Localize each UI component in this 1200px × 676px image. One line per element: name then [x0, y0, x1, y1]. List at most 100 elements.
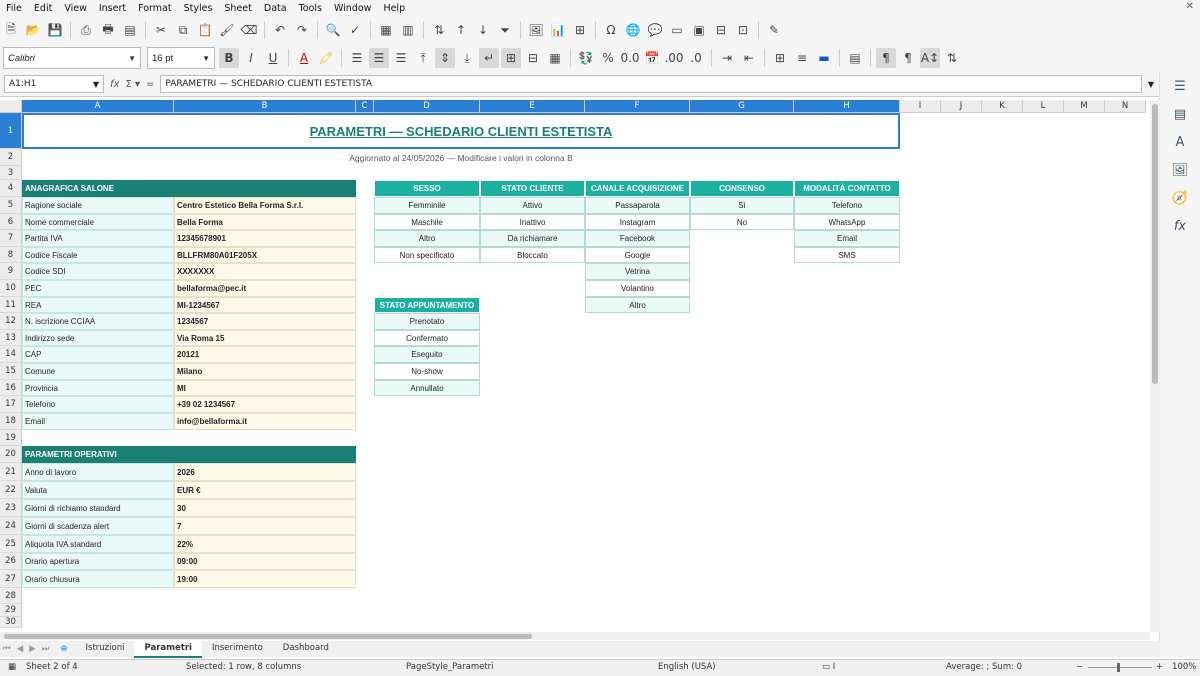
- row-header[interactable]: 10: [0, 280, 22, 297]
- text-vertical-icon[interactable]: A↕: [920, 48, 940, 68]
- function-wizard-icon[interactable]: fx: [110, 79, 119, 90]
- menu-icon[interactable]: ☰: [1160, 72, 1200, 100]
- param-label[interactable]: N. iscrizione CCIAA: [22, 313, 174, 330]
- number-format-icon[interactable]: 0.0: [620, 48, 640, 68]
- row-header[interactable]: 8: [0, 247, 22, 263]
- list-item[interactable]: Eseguito: [374, 346, 480, 363]
- row-header[interactable]: 6: [0, 214, 22, 230]
- param-label[interactable]: Orario chiusura: [22, 570, 174, 588]
- section-header-operativi[interactable]: PARAMETRI OPERATIVI: [22, 446, 356, 463]
- align-center-icon[interactable]: ☰: [369, 48, 389, 68]
- export-pdf-icon[interactable]: ⎙: [76, 20, 96, 40]
- scroll-thumb[interactable]: [1152, 104, 1158, 384]
- param-label[interactable]: Telefono: [22, 396, 174, 413]
- column-header[interactable]: K: [982, 100, 1023, 113]
- param-value[interactable]: MI-1234567: [174, 297, 356, 313]
- list-item[interactable]: Inattivo: [480, 214, 585, 230]
- list-header[interactable]: CONSENSO: [690, 180, 794, 197]
- list-item[interactable]: Attivo: [480, 197, 585, 214]
- close-window-icon[interactable]: ✕: [1186, 1, 1194, 12]
- list-item[interactable]: WhatsApp: [794, 214, 900, 230]
- navigator-icon[interactable]: 🧭: [1160, 184, 1200, 212]
- param-value[interactable]: 12345678901: [174, 230, 356, 247]
- column-header[interactable]: E: [480, 100, 585, 113]
- row-header[interactable]: 30: [0, 617, 22, 628]
- gallery-icon[interactable]: 🖼: [1160, 156, 1200, 184]
- row-header[interactable]: 12: [0, 313, 22, 330]
- list-item[interactable]: Confermato: [374, 330, 480, 346]
- list-item[interactable]: No: [690, 214, 794, 230]
- functions-icon[interactable]: fx: [1160, 212, 1200, 240]
- column-header[interactable]: G: [690, 100, 794, 113]
- column-header[interactable]: B: [174, 100, 356, 113]
- corner-select-all[interactable]: [0, 100, 22, 113]
- menu-view[interactable]: View: [58, 3, 93, 14]
- param-label[interactable]: Anno di lavoro: [22, 463, 174, 481]
- font-color-icon[interactable]: A: [294, 48, 314, 68]
- scroll-thumb[interactable]: [4, 634, 532, 639]
- menu-window[interactable]: Window: [328, 3, 377, 14]
- menu-format[interactable]: Format: [132, 3, 177, 14]
- show-draw-functions-icon[interactable]: ✎: [764, 20, 784, 40]
- list-header[interactable]: STATO APPUNTAMENTO: [374, 297, 480, 313]
- zoom-slider-handle[interactable]: [1117, 663, 1120, 672]
- param-value[interactable]: 30: [174, 499, 356, 517]
- find-replace-icon[interactable]: 🔍: [323, 20, 343, 40]
- selection-mode-icon[interactable]: ▭ I: [822, 662, 835, 672]
- expand-formula-icon[interactable]: ▼: [1148, 80, 1154, 89]
- sheet-tab-parametri[interactable]: Parametri: [134, 640, 202, 658]
- list-item[interactable]: No-show: [374, 363, 480, 380]
- new-document-icon[interactable]: 🗎: [1, 20, 21, 40]
- row-header[interactable]: 11: [0, 297, 22, 313]
- define-print-area-icon[interactable]: ▣: [689, 20, 709, 40]
- row-header[interactable]: 14: [0, 346, 22, 363]
- row-header[interactable]: 27: [0, 570, 22, 588]
- highlight-color-icon[interactable]: 🖍: [316, 48, 336, 68]
- list-header[interactable]: STATO CLIENTE: [480, 180, 585, 197]
- decrease-indent-icon[interactable]: ⇤: [739, 48, 759, 68]
- list-item[interactable]: Da richiamare: [480, 230, 585, 247]
- increase-indent-icon[interactable]: ⇥: [717, 48, 737, 68]
- param-label[interactable]: Comune: [22, 363, 174, 380]
- menu-edit[interactable]: Edit: [28, 3, 58, 14]
- param-value[interactable]: Via Roma 15: [174, 330, 356, 346]
- param-value[interactable]: MI: [174, 380, 356, 396]
- list-item[interactable]: Annullato: [374, 380, 480, 396]
- param-value[interactable]: Centro Estetico Bella Forma S.r.l.: [174, 197, 356, 214]
- list-item[interactable]: SMS: [794, 247, 900, 263]
- param-value[interactable]: Milano: [174, 363, 356, 380]
- row-header[interactable]: 17: [0, 396, 22, 413]
- font-size-combo[interactable]: 16 pt ▼: [147, 47, 215, 69]
- formula-input[interactable]: PARAMETRI — SCHEDARIO CLIENTI ESTETISTA: [160, 75, 1142, 93]
- border-color-icon[interactable]: ▬: [814, 48, 834, 68]
- align-top-icon[interactable]: ⤒: [413, 48, 433, 68]
- param-label[interactable]: Nome commerciale: [22, 214, 174, 230]
- formula-icon[interactable]: =: [146, 79, 154, 90]
- param-value[interactable]: Bella Forma: [174, 214, 356, 230]
- merge-cells-icon[interactable]: ▦: [545, 48, 565, 68]
- align-right-icon[interactable]: ☰: [391, 48, 411, 68]
- row-header[interactable]: 2: [0, 149, 22, 166]
- column-header[interactable]: M: [1064, 100, 1105, 113]
- row-header[interactable]: 29: [0, 604, 22, 617]
- list-item[interactable]: Prenotato: [374, 313, 480, 330]
- percent-format-icon[interactable]: %: [598, 48, 618, 68]
- section-header-anagrafica[interactable]: ANAGRAFICA SALONE: [22, 180, 356, 197]
- row-header[interactable]: 25: [0, 535, 22, 553]
- wrap-text-icon[interactable]: ↵: [479, 48, 499, 68]
- list-item[interactable]: Telefono: [794, 197, 900, 214]
- sheet-tab-dashboard[interactable]: Dashboard: [273, 641, 339, 656]
- sort-ascending-icon[interactable]: ↑: [451, 20, 471, 40]
- param-label[interactable]: Partita IVA: [22, 230, 174, 247]
- vertical-scrollbar[interactable]: [1150, 100, 1160, 632]
- row-header[interactable]: 13: [0, 330, 22, 346]
- border-style-icon[interactable]: ≡: [792, 48, 812, 68]
- properties-icon[interactable]: ▤: [1160, 100, 1200, 128]
- list-item[interactable]: Google: [585, 247, 690, 263]
- insert-image-icon[interactable]: 🖼: [526, 20, 546, 40]
- horizontal-scrollbar[interactable]: [0, 632, 1150, 640]
- sheet-subtitle[interactable]: Aggiornato al 24/05/2026 — Modificare i …: [22, 150, 900, 165]
- redo-icon[interactable]: ↷: [292, 20, 312, 40]
- row-header[interactable]: 16: [0, 380, 22, 396]
- row-header[interactable]: 20: [0, 446, 22, 463]
